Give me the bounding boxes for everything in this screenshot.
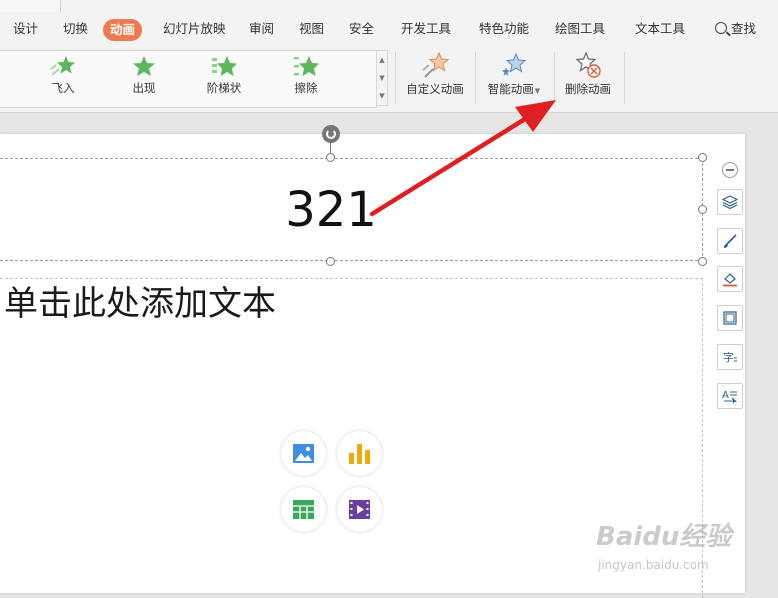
annotation-arrow-shaft bbox=[369, 116, 528, 217]
watermark-brand: Baidu经验 bbox=[596, 522, 732, 552]
annotation-arrow-head bbox=[515, 100, 556, 132]
watermark-url: jingyan.baidu.com bbox=[598, 558, 709, 572]
annotation-arrow bbox=[369, 100, 556, 217]
